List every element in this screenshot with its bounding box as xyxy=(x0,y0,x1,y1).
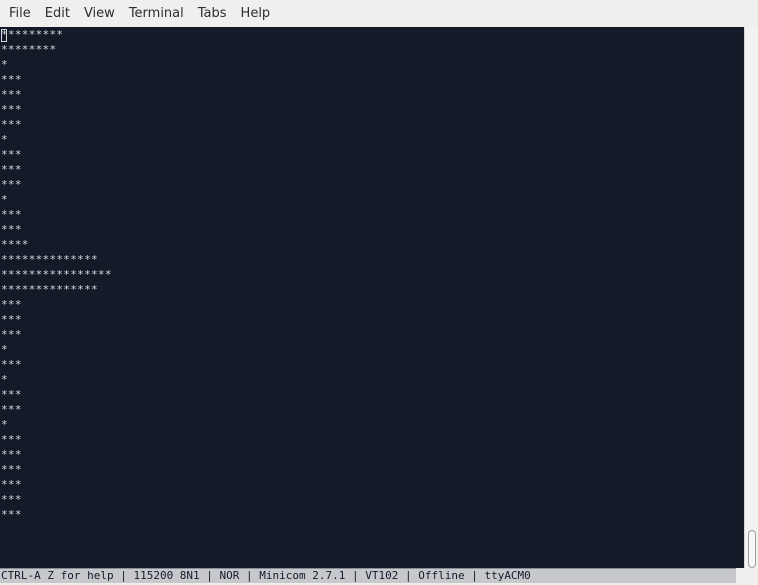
menu-tabs[interactable]: Tabs xyxy=(191,0,234,27)
terminal-line: *** xyxy=(1,148,22,161)
terminal-line: *** xyxy=(1,208,22,221)
terminal-line: * xyxy=(1,343,8,356)
terminal-line: *** xyxy=(1,298,22,311)
terminal-line: *** xyxy=(1,403,22,416)
status-bar-area: CTRL-A Z for help | 115200 8N1 | NOR | M… xyxy=(0,568,758,585)
terminal-line: * xyxy=(1,133,8,146)
menu-help[interactable]: Help xyxy=(234,0,278,27)
menu-file[interactable]: File xyxy=(2,0,38,27)
terminal-line: **************** xyxy=(1,268,112,281)
terminal-line: ************** xyxy=(1,253,98,266)
text-cursor xyxy=(1,29,7,42)
terminal-line: *** xyxy=(1,478,22,491)
terminal-line: ********* xyxy=(1,28,64,41)
terminal-line: *** xyxy=(1,433,22,446)
terminal-line: *** xyxy=(1,358,22,371)
terminal-line: *** xyxy=(1,103,22,116)
terminal-line: *** xyxy=(1,508,22,521)
menu-bar: File Edit View Terminal Tabs Help xyxy=(0,0,758,27)
terminal-line: ******** xyxy=(1,43,57,56)
menu-view[interactable]: View xyxy=(77,0,122,27)
terminal-line: *** xyxy=(1,163,22,176)
terminal-lines: ********* ******** * *** *** *** *** * *** *** ***… xyxy=(1,27,112,522)
terminal-line: * xyxy=(1,58,8,71)
scrollbar-thumb[interactable] xyxy=(748,530,756,568)
terminal-line: *** xyxy=(1,223,22,236)
terminal-line: *** xyxy=(1,118,22,131)
terminal-line: ************** xyxy=(1,283,98,296)
menu-edit[interactable]: Edit xyxy=(38,0,77,27)
menu-terminal[interactable]: Terminal xyxy=(122,0,191,27)
terminal-line: *** xyxy=(1,448,22,461)
terminal-line: *** xyxy=(1,88,22,101)
terminal-line: *** xyxy=(1,328,22,341)
terminal-line: * xyxy=(1,418,8,431)
terminal-line: *** xyxy=(1,178,22,191)
terminal-line: * xyxy=(1,373,8,386)
terminal-output[interactable]: ********* ******** * *** *** *** *** * *** *** ***… xyxy=(0,27,744,568)
terminal-line: *** xyxy=(1,73,22,86)
terminal-line: **** xyxy=(1,238,29,251)
terminal-line: *** xyxy=(1,388,22,401)
terminal-line: *** xyxy=(1,313,22,326)
terminal-line: * xyxy=(1,193,8,206)
terminal-window: File Edit View Terminal Tabs Help ******… xyxy=(0,0,758,585)
terminal-line: *** xyxy=(1,493,22,506)
terminal-line: *** xyxy=(1,463,22,476)
minicom-status-line: CTRL-A Z for help | 115200 8N1 | NOR | M… xyxy=(0,568,736,583)
vertical-scrollbar[interactable] xyxy=(744,27,758,568)
